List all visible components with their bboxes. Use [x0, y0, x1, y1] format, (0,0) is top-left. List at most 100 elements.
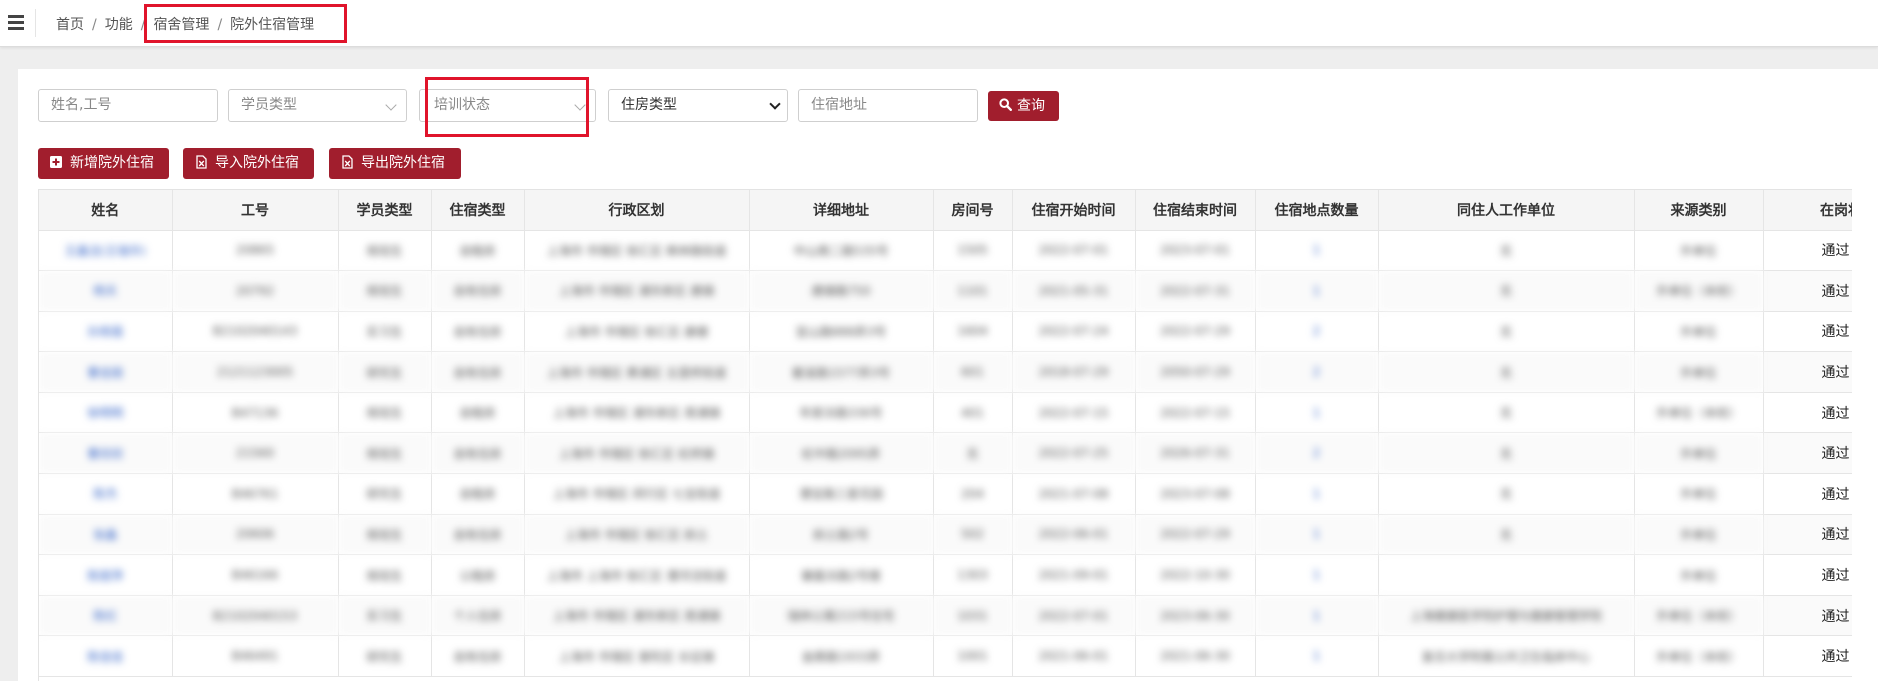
table-row[interactable]: 陈佳佳 B46491 研究生 自有住房 上海市 市辖区 普陀区 长征镇 金鼎路1933弄 1…: [39, 635, 1852, 678]
table-cell[interactable]: 徐明明: [39, 392, 173, 434]
table-cell: 规培生: [338, 514, 432, 556]
excel-file-icon: [196, 154, 207, 169]
table-cell[interactable]: 曹欣欣: [39, 432, 173, 475]
table-cell: 2021-06-30: [1135, 635, 1256, 678]
student-type-select[interactable]: 学员类型: [228, 89, 407, 122]
table-cell: 上海市 市辖区 闵行区 七宝街道: [524, 473, 750, 515]
table-cell: 2050-07-29: [1135, 351, 1256, 393]
column-header: 住宿类型: [431, 190, 525, 231]
table-cell: 通过: [1763, 473, 1852, 515]
table-cell: 外单位（本校）: [1634, 595, 1764, 637]
table-cell[interactable]: 1: [1255, 635, 1379, 678]
table-cell[interactable]: 王鑫洁(王瑞华): [39, 230, 173, 272]
table-cell[interactable]: 1: [1255, 270, 1379, 312]
table-cell[interactable]: 2: [1255, 432, 1379, 475]
table-row[interactable]: 陈杰 B46761 研究生 自租房 上海市 市辖区 闵行区 七宝街道 漕宝路三星花园 204…: [39, 473, 1852, 515]
breadcrumb-home[interactable]: 首页: [56, 17, 84, 33]
table-cell: 年家浜路336号: [749, 392, 934, 434]
menu-toggle-icon[interactable]: [4, 9, 36, 37]
table-cell: 2022-07-15: [1012, 392, 1136, 434]
table-cell: 无: [1378, 392, 1635, 434]
table-cell: 上海市 市辖区 徐汇区 虹桥镇: [524, 432, 750, 475]
import-offsite-housing-button[interactable]: 导入院外住宿: [183, 148, 314, 179]
table-cell: 上海市 市辖区 徐汇区 枫林路街道: [524, 230, 750, 272]
export-offsite-housing-button[interactable]: 导出院外住宿: [329, 148, 461, 179]
table-cell[interactable]: 1: [1255, 392, 1379, 434]
table-cell: 自租房: [431, 392, 525, 434]
table-cell: 2022-06-01: [1012, 514, 1136, 556]
table-cell: B46761: [172, 473, 339, 515]
table-cell[interactable]: 2: [1255, 351, 1379, 393]
table-cell[interactable]: 2: [1255, 311, 1379, 353]
table-cell: 无: [1378, 351, 1635, 393]
table-cell[interactable]: 孙雨蓓: [39, 311, 173, 353]
table-cell: 无: [1378, 473, 1635, 515]
table-cell: 2022-07-15: [1135, 392, 1256, 434]
table-cell[interactable]: 陈丽萍: [39, 554, 173, 596]
table-cell[interactable]: 曹佳丽: [39, 351, 173, 393]
table-row[interactable]: 张鑫 20606 规培生 自有住房 上海市 市辖区 徐汇区 斜土 斜土路2号 502 2022…: [39, 514, 1852, 556]
table-cell[interactable]: 1: [1255, 514, 1379, 556]
table-cell: 上海市 市辖区 浦东新区 周浦镇: [524, 595, 750, 637]
table-cell: 复旦大学附属公共卫生临床中心: [1378, 635, 1635, 678]
table-cell: 实习生: [338, 595, 432, 637]
table-cell: 外单位: [1634, 351, 1764, 393]
table-cell[interactable]: 1: [1255, 473, 1379, 515]
table-cell: 外单位: [1634, 311, 1764, 353]
table-cell: 通过: [1763, 514, 1852, 556]
column-header: 住宿开始时间: [1012, 190, 1136, 231]
breadcrumb-function[interactable]: 功能: [105, 17, 133, 33]
table-cell: 无: [1378, 311, 1635, 353]
table-cell: 2023-07-08: [1135, 473, 1256, 515]
address-input[interactable]: 住宿地址: [798, 89, 978, 122]
table-cell: 实习生: [338, 311, 432, 353]
table-cell[interactable]: 1: [1255, 595, 1379, 637]
table-row[interactable]: 陈红 B2102040153 实习生 个人住房 上海市 市辖区 浦东新区 周浦镇 瑞林公寓…: [39, 595, 1852, 637]
table-cell[interactable]: 1: [1255, 230, 1379, 272]
table-cell: B47136: [172, 392, 339, 434]
table-body: 王鑫洁(王瑞华) 20865 规培生 自租房 上海市 市辖区 徐汇区 枫林路街道 中山南二…: [39, 230, 1852, 678]
table-header-row: 姓名 工号 学员类型 住宿类型 行政区划 详细地址 房间号 住宿开始时间 住宿结束时间 住宿地点数…: [39, 190, 1852, 231]
table-cell: 2023-07-01: [1135, 230, 1256, 272]
table-cell: 2022-07-29: [1135, 514, 1256, 556]
table-row[interactable]: 王鑫洁(王瑞华) 20865 规培生 自租房 上海市 市辖区 徐汇区 枫林路街道 中山南二…: [39, 230, 1852, 272]
table-cell[interactable]: 陈红: [39, 595, 173, 637]
table-row[interactable]: 曹佳丽 2121123005 研究生 自有住房 上海市 市辖区 黄浦区 五里桥街道 瞿溪路…: [39, 351, 1852, 393]
table-cell: 外单位: [1634, 432, 1764, 475]
name-id-input[interactable]: 姓名,工号: [38, 89, 218, 122]
table-cell: 无: [933, 432, 1013, 475]
table-cell[interactable]: 陈杰: [39, 473, 173, 515]
table-cell: 外单位（本校）: [1634, 392, 1764, 434]
table-cell: 瞿溪路1577弄3号: [749, 351, 934, 393]
table-cell[interactable]: 陈佳佳: [39, 635, 173, 678]
table-cell: 1604: [933, 311, 1013, 353]
table-row[interactable]: 陈丽萍 B46166 规培生 公租房 上海市 上海市 徐汇区 漕河泾街道 肇嘉浜路2号楼 1…: [39, 554, 1852, 596]
query-button[interactable]: 查询: [988, 91, 1059, 121]
table-row[interactable]: 徐明明 B47136 规培生 自租房 上海市 市辖区 浦东新区 周浦镇 年家浜路336号 4…: [39, 392, 1852, 434]
add-offsite-housing-button[interactable]: 新增院外住宿: [38, 148, 169, 179]
table-row[interactable]: 杨天 20792 规培生 自有住房 上海市 市辖区 浦东新区 唐镇 唐镇路750 1101 2…: [39, 270, 1852, 312]
table-cell: 2022-07-31: [1135, 270, 1256, 312]
table-cell: 外单位: [1634, 514, 1764, 556]
table-cell: 研究生: [338, 473, 432, 515]
table-cell: 瑞林公寓215号住宅: [749, 595, 934, 637]
table-cell: 自租房: [431, 473, 525, 515]
table-cell: 上海市 上海市 徐汇区 漕河泾街道: [524, 554, 750, 596]
table-cell: 1505: [933, 230, 1013, 272]
table-cell: 502: [933, 514, 1013, 556]
housing-type-select[interactable]: 住房类型: [608, 89, 788, 122]
table-cell: 1303: [933, 554, 1013, 596]
table-cell: 1001: [933, 635, 1013, 678]
column-header: 姓名: [39, 190, 173, 231]
table-cell[interactable]: 杨天: [39, 270, 173, 312]
table-row[interactable]: 孙雨蓓 B2102040143 实习生 自有住房 上海市 市辖区 徐汇区 康健 宜山路88…: [39, 311, 1852, 353]
table-cell: 2021-07-08: [1012, 473, 1136, 515]
table-cell[interactable]: 张鑫: [39, 514, 173, 556]
table-row[interactable]: 曹欣欣 21560 规培生 自有住房 上海市 市辖区 徐汇区 虹桥镇 虹中路2095弄无 2…: [39, 432, 1852, 475]
table-cell: 通过: [1763, 635, 1852, 678]
table-cell: 自有住房: [431, 270, 525, 312]
table-cell: 上海市 市辖区 普陀区 长征镇: [524, 635, 750, 678]
table-cell: 上海健康医学院护理与健康管理学院: [1378, 595, 1635, 637]
table-cell: 2022-07-29: [1135, 311, 1256, 353]
table-cell[interactable]: 1: [1255, 554, 1379, 596]
